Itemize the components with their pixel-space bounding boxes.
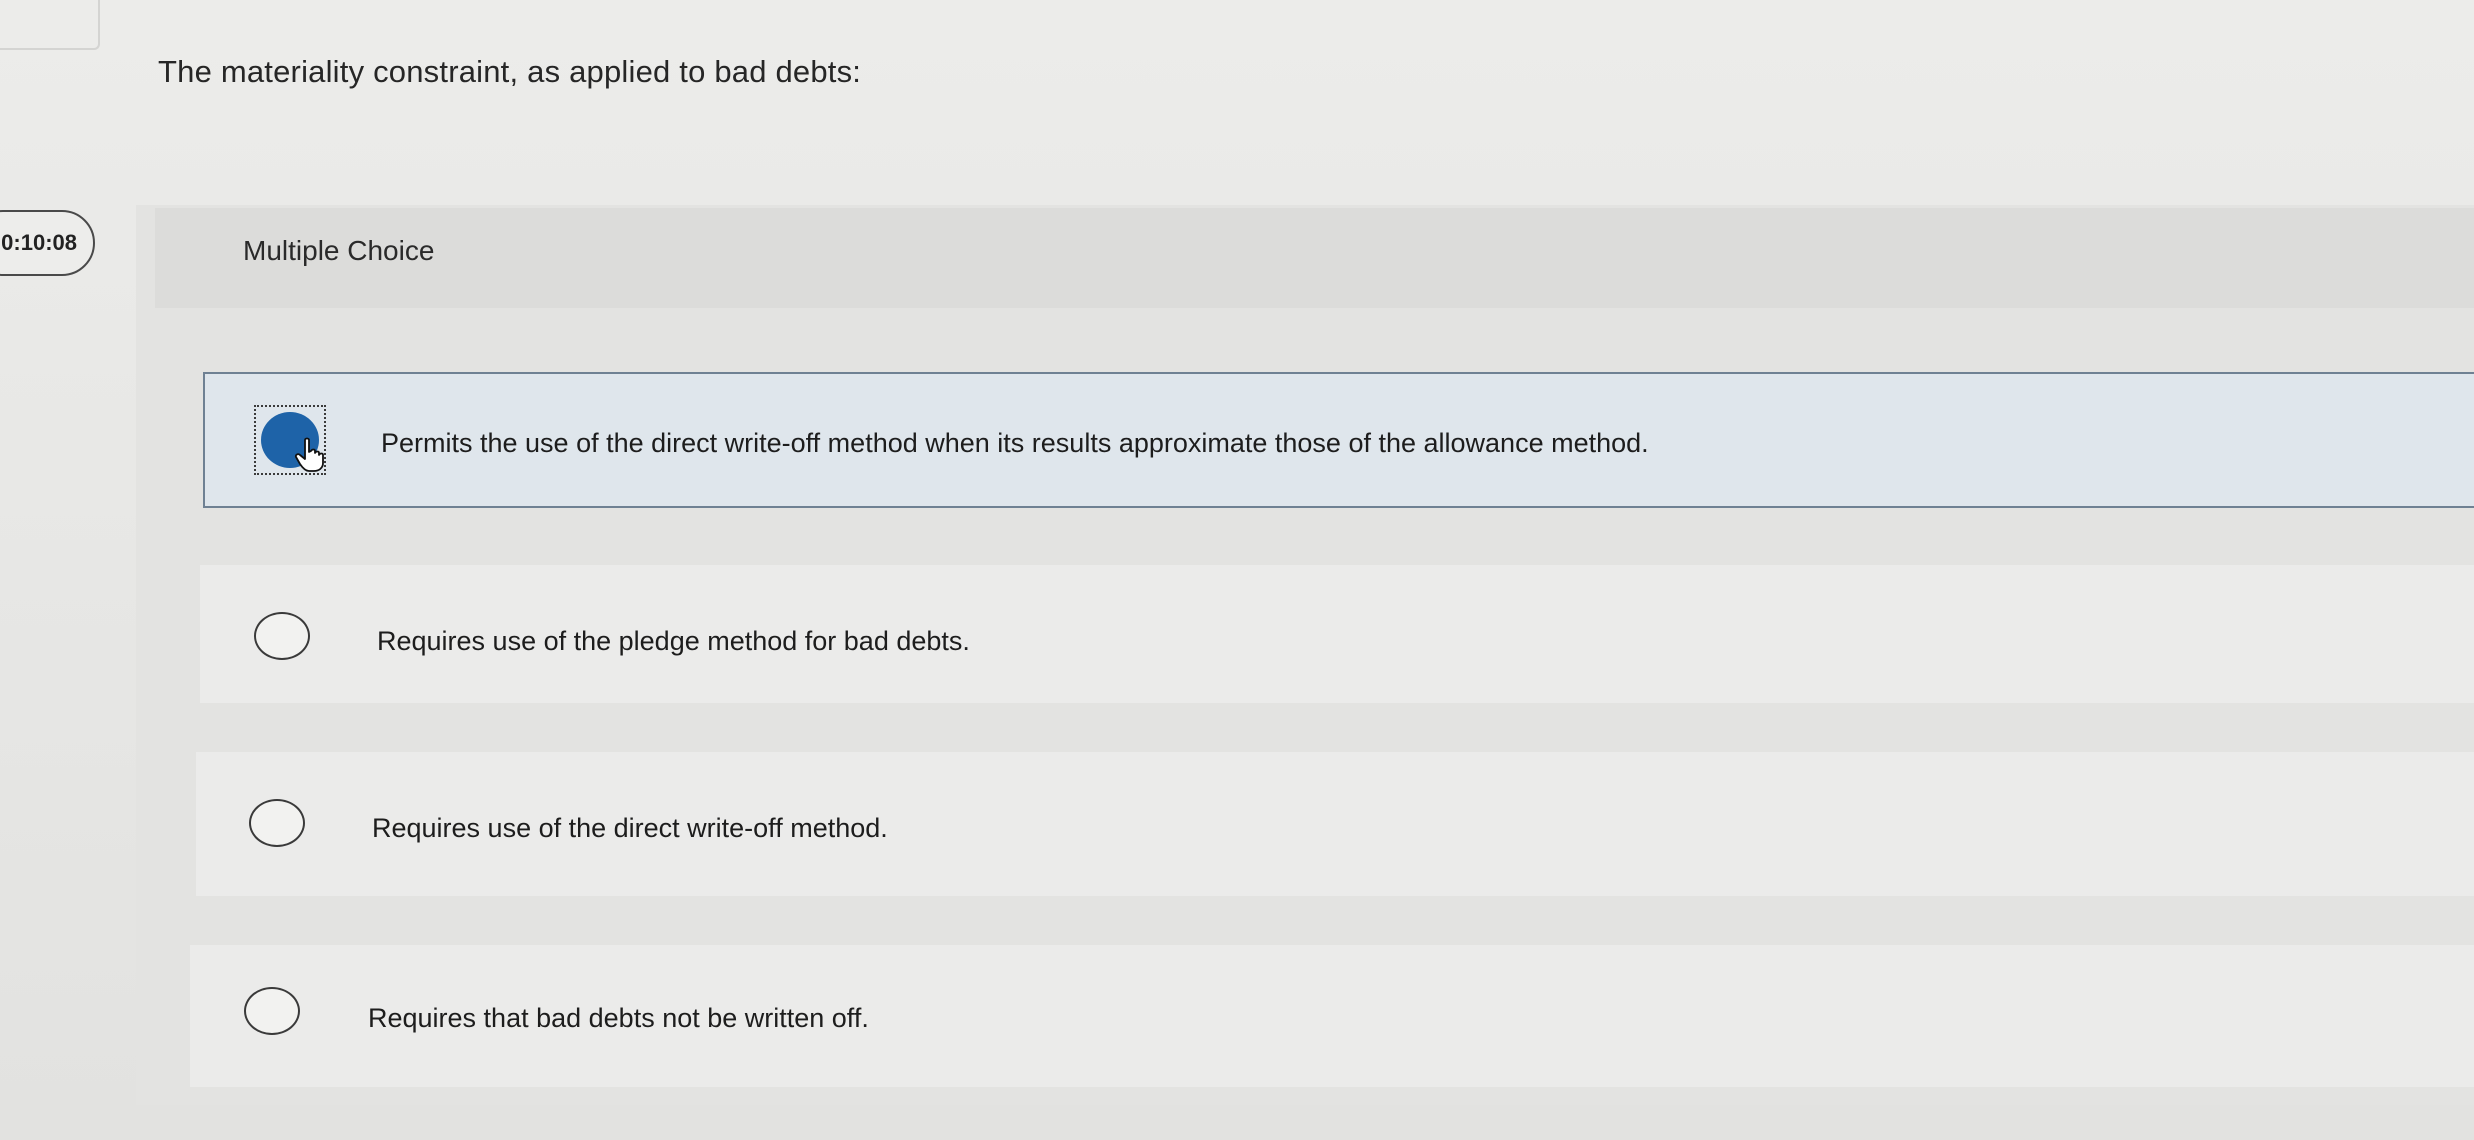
timer-value: 0:10:08	[1, 230, 77, 255]
radio-button-option-4[interactable]	[244, 987, 300, 1035]
answer-option-2-text: Requires use of the pledge method for ba…	[377, 626, 970, 656]
answer-option-4-text: Requires that bad debts not be written o…	[368, 1003, 869, 1033]
question-prompt: The materiality constraint, as applied t…	[158, 54, 862, 89]
hand-pointer-icon	[294, 437, 324, 472]
answer-option-1[interactable]: Permits the use of the direct write-off …	[203, 372, 2474, 508]
answer-option-3[interactable]: Requires use of the direct write-off met…	[196, 752, 2474, 896]
answer-option-3-text: Requires use of the direct write-off met…	[372, 813, 888, 843]
question-type-label: Multiple Choice	[243, 235, 435, 266]
quiz-page: The materiality constraint, as applied t…	[0, 0, 2474, 1140]
answer-option-1-text: Permits the use of the direct write-off …	[381, 428, 1649, 458]
timer-badge: 0:10:08	[0, 210, 95, 276]
answer-option-2[interactable]: Requires use of the pledge method for ba…	[200, 565, 2474, 703]
answer-option-4[interactable]: Requires that bad debts not be written o…	[190, 945, 2474, 1087]
radio-button-option-2[interactable]	[254, 612, 310, 660]
radio-button-option-3[interactable]	[249, 799, 305, 847]
panel-header	[155, 208, 2474, 308]
radio-button-option-1[interactable]	[254, 405, 326, 475]
window-corner-frame	[0, 0, 100, 50]
